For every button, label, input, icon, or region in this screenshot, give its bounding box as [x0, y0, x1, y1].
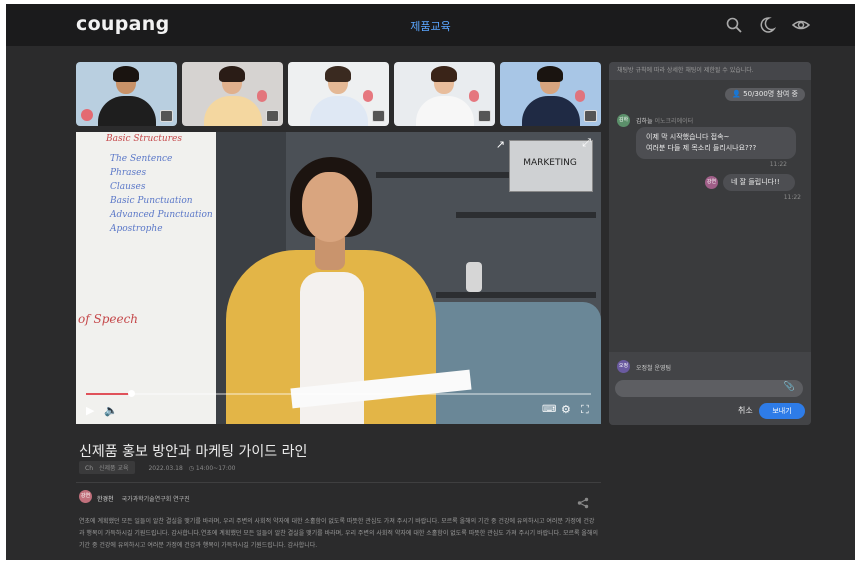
lecture-title: 신제품 홍보 방안과 마케팅 가이드 라인	[79, 444, 308, 460]
marketing-sign-text: MARKETING	[523, 158, 577, 168]
screen-share-icon[interactable]	[266, 110, 279, 122]
mic-muted-icon[interactable]	[575, 90, 585, 102]
message-avatar: 강연	[705, 176, 718, 189]
author-name: 한경천	[97, 496, 114, 503]
message-time: 11:22	[769, 161, 787, 168]
top-bar: coupang 제품교육	[6, 4, 855, 46]
user-icon: 👤	[732, 90, 741, 98]
lecture-date: 2022.03.18	[148, 465, 183, 472]
attach-icon[interactable]: 📎	[784, 382, 795, 392]
my-avatar: 오정	[617, 360, 630, 373]
author-org: 국가과학기술연구회 연구진	[121, 496, 190, 503]
share-icon[interactable]	[577, 494, 589, 509]
expand-icon[interactable]: ⤢	[582, 136, 591, 150]
participant-count-badge: 👤 50/300명 참여 중	[725, 88, 805, 101]
participant-tile[interactable]	[76, 62, 177, 126]
mic-muted-icon[interactable]	[257, 90, 267, 102]
mic-muted-icon[interactable]	[81, 109, 93, 121]
message-avatar: 김하	[617, 114, 630, 127]
category-tag: Ch 신제품 교육	[79, 461, 135, 474]
author-line: 한경천 국가과학기술연구회 연구진	[97, 494, 190, 503]
whiteboard: Basic Structures The Sentence Phrases Cl…	[76, 132, 216, 424]
message-time: 11:22	[783, 194, 801, 201]
participant-tile[interactable]	[182, 62, 283, 126]
participant-tile[interactable]	[394, 62, 495, 126]
search-icon[interactable]	[725, 16, 743, 34]
mic-muted-icon[interactable]	[363, 90, 373, 102]
mic-muted-icon[interactable]	[469, 90, 479, 102]
chat-compose: 오정 오정철 운영팀 📎 취소 보내기	[609, 352, 811, 425]
volume-icon[interactable]: 🔈	[104, 404, 118, 417]
chat-panel: 채팅방 규칙에 따라 상세한 채팅이 제한될 수 있습니다. 👤 50/300명…	[609, 62, 811, 425]
my-name: 오정철 운영팀	[636, 365, 672, 372]
eye-icon[interactable]	[791, 16, 811, 34]
moon-icon[interactable]	[758, 16, 777, 34]
participant-tile[interactable]	[288, 62, 389, 126]
video-progress-bar[interactable]	[86, 390, 591, 397]
lecture-meta: Ch 신제품 교육 2022.03.18 ◷ 14:00~17:00	[79, 461, 236, 474]
presenter-face	[302, 172, 358, 242]
author-avatar: 강연	[79, 490, 92, 503]
cancel-button[interactable]: 취소	[738, 405, 753, 416]
send-button[interactable]: 보내기	[759, 403, 805, 419]
lecture-time: 14:00~17:00	[195, 465, 236, 472]
popout-icon[interactable]: ↗	[496, 138, 505, 151]
clock-icon: ◷	[188, 465, 194, 472]
message-bubble: 이제 막 시작했습니다 접속~ 여러분 다들 제 목소리 들리시나요???	[636, 127, 796, 159]
play-icon[interactable]: ▶	[86, 404, 94, 417]
screen-share-icon[interactable]	[584, 110, 597, 122]
participant-tile[interactable]	[500, 62, 601, 126]
screen-share-icon[interactable]	[478, 110, 491, 122]
app-window: coupang 제품교육 Basic Structures The Senten…	[6, 4, 855, 560]
message-bubble: 네 잘 들립니다!!	[723, 174, 795, 191]
screen-share-icon[interactable]	[160, 110, 173, 122]
settings-icon[interactable]: ⚙	[561, 403, 571, 416]
message-sender: 김하늘 이노크리에이터	[636, 118, 694, 125]
chat-input[interactable]: 📎	[615, 380, 803, 397]
divider	[76, 482, 601, 483]
screen-share-icon[interactable]	[372, 110, 385, 122]
video-progress-fill	[86, 393, 132, 395]
lecture-description: 연초에 계획했던 모든 일들이 알찬 결실을 맺기를 바라며, 우리 주변의 사…	[79, 518, 598, 549]
chat-notice: 채팅방 규칙에 따라 상세한 채팅이 제한될 수 있습니다.	[609, 62, 811, 80]
main-video[interactable]: Basic Structures The Sentence Phrases Cl…	[76, 132, 601, 424]
fullscreen-icon[interactable]: ⛶	[581, 403, 589, 417]
subtitles-icon[interactable]: ⌨	[542, 404, 556, 415]
